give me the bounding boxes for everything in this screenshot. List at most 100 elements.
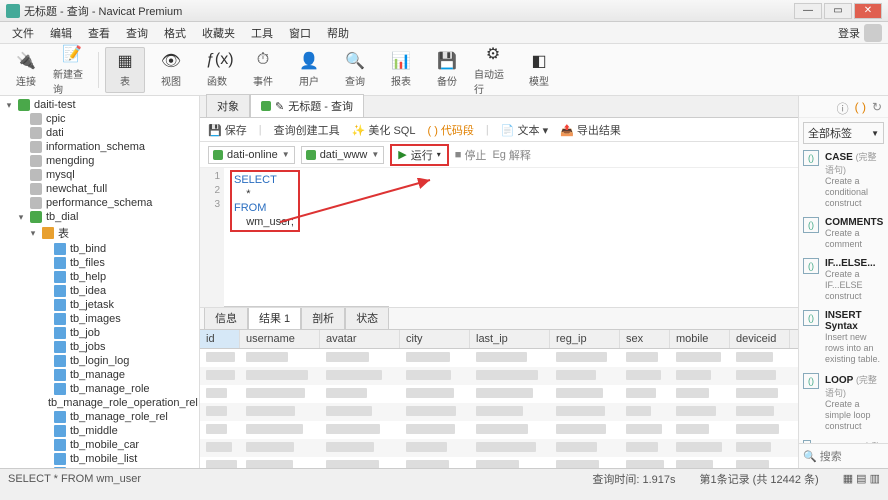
result-tab[interactable]: 信息: [204, 306, 248, 329]
code-tab-icon[interactable]: ( ): [855, 100, 866, 117]
builder-button[interactable]: 查询创建工具: [274, 122, 340, 138]
tree-item[interactable]: tb_job: [0, 326, 199, 340]
text-button[interactable]: 📄 文本 ▾: [501, 122, 548, 138]
tree-item[interactable]: mysql: [0, 168, 199, 182]
snippet-item[interactable]: ()IF...ELSE... Create a IF...ELSE constr…: [803, 258, 884, 302]
menu-收藏夹[interactable]: 收藏夹: [194, 23, 243, 43]
grid-body[interactable]: [200, 349, 798, 468]
col-avatar[interactable]: avatar: [320, 330, 400, 348]
tree-item[interactable]: ▾tb_dial: [0, 210, 199, 224]
menu-编辑[interactable]: 编辑: [42, 23, 80, 43]
tool-函数[interactable]: ƒ(x)函数: [197, 47, 237, 93]
table-row[interactable]: [200, 457, 798, 468]
col-username[interactable]: username: [240, 330, 320, 348]
save-button[interactable]: 💾 保存: [208, 122, 247, 138]
result-grid[interactable]: idusernameavatarcitylast_ipreg_ipsexmobi…: [200, 330, 798, 468]
login-area[interactable]: 登录: [838, 24, 882, 42]
tree-item[interactable]: tb_images: [0, 312, 199, 326]
tree-item[interactable]: tb_jetask: [0, 298, 199, 312]
tree-item[interactable]: information_schema: [0, 140, 199, 154]
col-deviceid[interactable]: deviceid: [730, 330, 790, 348]
sql-editor[interactable]: 123 SELECT * FROM wm_user;: [200, 168, 798, 308]
menu-格式[interactable]: 格式: [156, 23, 194, 43]
snippet-item[interactable]: ()LOOP (完整语句)Create a simple loop constr…: [803, 373, 884, 432]
table-row[interactable]: [200, 385, 798, 403]
export-button[interactable]: 📤 导出结果: [560, 122, 621, 138]
tree-item[interactable]: tb_manage_role: [0, 382, 199, 396]
tab-query[interactable]: ✎无标题 - 查询: [250, 94, 364, 117]
tree-item[interactable]: cpic: [0, 112, 199, 126]
minimize-button[interactable]: —: [794, 3, 822, 19]
snippet-item[interactable]: ()CASE (完整语句)Create a conditional constr…: [803, 150, 884, 209]
tree-item[interactable]: tb_mobile_list: [0, 452, 199, 466]
tool-视图[interactable]: 👁视图: [151, 47, 191, 93]
tree-item[interactable]: tb_idea: [0, 284, 199, 298]
tree-item[interactable]: tb_login_log: [0, 354, 199, 368]
col-city[interactable]: city: [400, 330, 470, 348]
code-button[interactable]: ( ) 代码段: [427, 122, 473, 138]
tree-item[interactable]: ▾daiti-test: [0, 98, 199, 112]
menu-文件[interactable]: 文件: [4, 23, 42, 43]
tool-连接[interactable]: 🔌连接: [6, 47, 46, 93]
tree-item[interactable]: mengding: [0, 154, 199, 168]
menu-查看[interactable]: 查看: [80, 23, 118, 43]
tool-查询[interactable]: 🔍查询: [335, 47, 375, 93]
snippet-item[interactable]: ()COMMENTS Create a comment: [803, 217, 884, 250]
tree-item[interactable]: tb_manage_role_rel: [0, 410, 199, 424]
result-tab[interactable]: 状态: [345, 306, 389, 329]
col-id[interactable]: id: [200, 330, 240, 348]
stop-button[interactable]: ■停止: [455, 147, 487, 163]
menu-帮助[interactable]: 帮助: [319, 23, 357, 43]
tool-报表[interactable]: 📊报表: [381, 47, 421, 93]
run-button[interactable]: ▶运行▾: [390, 144, 448, 166]
menu-工具[interactable]: 工具: [243, 23, 281, 43]
tool-模型[interactable]: ◧模型: [519, 47, 559, 93]
result-tab[interactable]: 结果 1: [248, 306, 301, 329]
tool-备份[interactable]: 💾备份: [427, 47, 467, 93]
col-mobile[interactable]: mobile: [670, 330, 730, 348]
tool-用户[interactable]: 👤用户: [289, 47, 329, 93]
tree-item[interactable]: tb_files: [0, 256, 199, 270]
table-row[interactable]: [200, 421, 798, 439]
tree-item[interactable]: tb_mobile_repeat: [0, 466, 199, 468]
tree-item[interactable]: tb_manage_role_operation_rel: [0, 396, 199, 410]
tool-事件[interactable]: ⏱事件: [243, 47, 283, 93]
close-button[interactable]: ✕: [854, 3, 882, 19]
col-last_ip[interactable]: last_ip: [470, 330, 550, 348]
menu-窗口[interactable]: 窗口: [281, 23, 319, 43]
tree-item[interactable]: tb_manage: [0, 368, 199, 382]
tree-item[interactable]: tb_help: [0, 270, 199, 284]
tree-item[interactable]: dati: [0, 126, 199, 140]
snippet-search[interactable]: 🔍 搜索: [799, 443, 888, 468]
tree-item[interactable]: tb_bind: [0, 242, 199, 256]
explain-button[interactable]: Eg解释: [492, 147, 530, 163]
table-row[interactable]: [200, 403, 798, 421]
tree-item[interactable]: ▾表: [0, 224, 199, 242]
tag-select[interactable]: 全部标签▼: [803, 122, 884, 144]
table-row[interactable]: [200, 439, 798, 457]
tree-item[interactable]: tb_jobs: [0, 340, 199, 354]
table-row[interactable]: [200, 349, 798, 367]
beautify-button[interactable]: ✨ 美化 SQL: [352, 122, 416, 138]
connection-select[interactable]: dati-online▼: [208, 146, 295, 164]
tool-表[interactable]: ▦表: [105, 47, 145, 93]
tree-item[interactable]: newchat_full: [0, 182, 199, 196]
tree-item[interactable]: tb_middle: [0, 424, 199, 438]
tree-item[interactable]: performance_schema: [0, 196, 199, 210]
table-row[interactable]: [200, 367, 798, 385]
tool-新建查询[interactable]: 📝新建查询: [52, 47, 92, 93]
maximize-button[interactable]: ▭: [824, 3, 852, 19]
tool-自动运行[interactable]: ⚙自动运行: [473, 47, 513, 93]
grid-mode-icons[interactable]: ▦ ▤ ▥: [843, 472, 880, 485]
menu-查询[interactable]: 查询: [118, 23, 156, 43]
result-tab[interactable]: 剖析: [301, 306, 345, 329]
tab-objects[interactable]: 对象: [206, 94, 250, 117]
nav-tree[interactable]: ▾daiti-testcpicdatiinformation_schemamen…: [0, 96, 200, 468]
col-sex[interactable]: sex: [620, 330, 670, 348]
tree-item[interactable]: tb_mobile_car: [0, 438, 199, 452]
database-select[interactable]: dati_www▼: [301, 146, 385, 164]
info-tab-icon[interactable]: ⓘ: [837, 100, 849, 117]
snippet-item[interactable]: ()INSERT Syntax Insert new rows into an …: [803, 310, 884, 365]
history-tab-icon[interactable]: ↻: [872, 100, 882, 117]
col-reg_ip[interactable]: reg_ip: [550, 330, 620, 348]
